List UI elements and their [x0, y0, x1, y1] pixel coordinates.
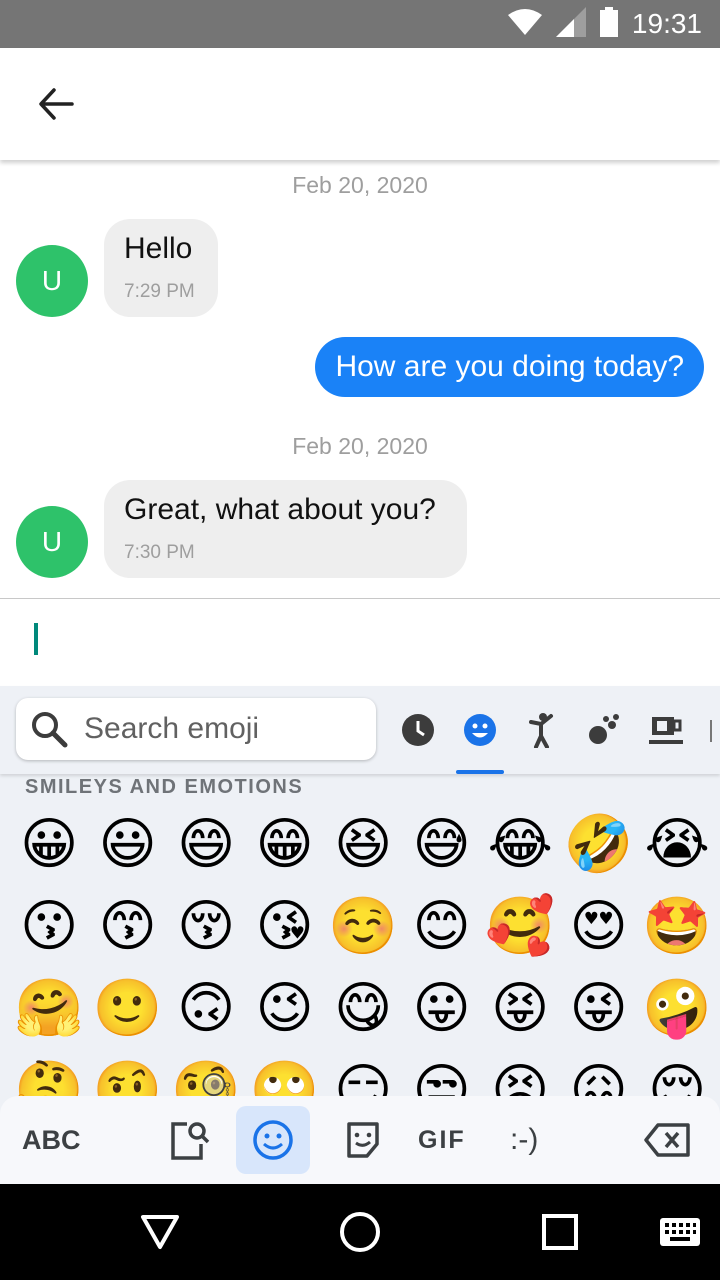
status-bar: 19:31	[0, 0, 720, 48]
keyboard-icon[interactable]	[656, 1208, 704, 1256]
message-list[interactable]: Feb 20, 2020 U Hello 7:29 PM How are you…	[0, 160, 720, 598]
emoji-key[interactable]: 😙	[89, 886, 168, 966]
abc-button[interactable]: ABC	[22, 1096, 81, 1184]
emoji-key[interactable]: 🙄	[246, 1050, 325, 1097]
emoji-key[interactable]: 😄	[167, 804, 246, 884]
emoji-key[interactable]: 🧐	[167, 1050, 246, 1097]
food-drink-icon[interactable]	[648, 712, 684, 748]
incoming-message[interactable]: Hello 7:29 PM	[104, 219, 218, 317]
message-time: 7:29 PM	[124, 281, 195, 302]
backspace-icon[interactable]	[642, 1096, 692, 1184]
gif-button[interactable]: GIF	[418, 1096, 466, 1184]
avatar-initial: U	[41, 265, 63, 296]
active-category-indicator	[456, 770, 504, 774]
emoji-row: 🤗 🙂 🙃 😉 😋 😛 😝 😜 🤪	[10, 968, 717, 1048]
message-text: Great, what about you?	[124, 493, 436, 526]
emoji-key[interactable]: 🤩	[638, 886, 717, 966]
emoji-header: Search emoji	[0, 686, 720, 774]
emoji-row: 😀 😃 😄 😁 😆 😅 😂 🤣 😭	[10, 804, 717, 884]
emoji-key[interactable]: 🤣	[560, 804, 639, 884]
emoji-key[interactable]: 😖	[560, 1050, 639, 1097]
outgoing-message[interactable]: How are you doing today?	[315, 337, 704, 397]
app-bar	[0, 48, 720, 160]
message-input[interactable]	[0, 598, 720, 687]
signal-icon	[555, 6, 586, 42]
status-time: 19:31	[631, 8, 702, 39]
keyboard-toolbar: ABC GIF :-)	[0, 1096, 720, 1184]
emoji-key[interactable]: 😜	[560, 968, 639, 1048]
search-placeholder: Search emoji	[84, 712, 260, 745]
arrow-left-icon	[38, 86, 74, 127]
text-cursor	[34, 623, 38, 655]
recents-square-icon[interactable]	[536, 1208, 584, 1256]
emoji-keyboard: Search emoji SMILEYS AND EMOTIONS 😀 😃 😄 😁 😆 😅…	[0, 686, 720, 1184]
emoji-key[interactable]: 🙂	[89, 968, 168, 1048]
emoji-grid[interactable]: 😀 😃 😄 😁 😆 😅 😂 🤣 😭 😗 😙 😚 😘 ☺️ 😊 🥰 😍 🤩 🤗 🙂 🙃 😉 😋 😛 😝 😜 🤪 🤔 🤨 🧐 🙄 😏 😒 😣 😖 😌	[0, 804, 720, 1097]
message-time: 7:30 PM	[124, 542, 195, 563]
emoji-key[interactable]: 😝	[481, 968, 560, 1048]
home-circle-icon[interactable]	[336, 1208, 384, 1256]
avatar[interactable]: U	[16, 245, 88, 317]
emoji-key[interactable]: 🤗	[10, 968, 89, 1048]
emoji-key[interactable]: 😊	[403, 886, 482, 966]
wifi-icon	[507, 8, 542, 40]
date-separator: Feb 20, 2020	[292, 172, 428, 198]
avatar[interactable]: U	[16, 506, 88, 578]
avatar-initial: U	[41, 526, 63, 557]
emoji-row: 😗 😙 😚 😘 ☺️ 😊 🥰 😍 🤩	[10, 886, 717, 966]
emoji-key[interactable]: 😣	[481, 1050, 560, 1097]
animals-icon[interactable]	[586, 712, 622, 748]
emoji-key[interactable]: 🤨	[89, 1050, 168, 1097]
message-text: Hello	[124, 232, 193, 265]
emoji-key[interactable]: 😀	[10, 804, 89, 884]
emoji-key[interactable]: 🙃	[167, 968, 246, 1048]
emoticon-button[interactable]: :-)	[510, 1096, 538, 1184]
battery-icon	[599, 6, 618, 42]
incoming-message[interactable]: Great, what about you? 7:30 PM	[104, 480, 467, 578]
emoji-row: 🤔 🤨 🧐 🙄 😏 😒 😣 😖 😌	[10, 1050, 717, 1097]
emoji-key[interactable]: ☺️	[324, 886, 403, 966]
back-button[interactable]	[28, 78, 84, 134]
emoji-key[interactable]: 😁	[246, 804, 325, 884]
emoji-key[interactable]: 😆	[324, 804, 403, 884]
back-triangle-icon[interactable]	[136, 1208, 184, 1256]
emoji-key[interactable]: 😅	[403, 804, 482, 884]
emoji-key[interactable]: 😌	[638, 1050, 717, 1097]
emoji-key[interactable]: 😍	[560, 886, 639, 966]
recent-clock-icon[interactable]	[400, 712, 436, 748]
emoji-key[interactable]: 😗	[10, 886, 89, 966]
emoji-key[interactable]: 😃	[89, 804, 168, 884]
emoji-key[interactable]: 😭	[638, 804, 717, 884]
emoji-key[interactable]: 😉	[246, 968, 325, 1048]
clipboard-search-icon[interactable]	[164, 1096, 214, 1184]
emoji-key[interactable]: 😏	[324, 1050, 403, 1097]
smiley-face-icon[interactable]	[462, 712, 498, 748]
emoji-key[interactable]: 😚	[167, 886, 246, 966]
emoji-key[interactable]: 😋	[324, 968, 403, 1048]
emoji-key[interactable]: 🥰	[481, 886, 560, 966]
emoji-key[interactable]: 😛	[403, 968, 482, 1048]
section-title: SMILEYS AND EMOTIONS	[25, 776, 304, 798]
message-text: How are you doing today?	[335, 350, 684, 383]
navigation-bar	[0, 1184, 720, 1280]
emoji-icon[interactable]	[248, 1096, 298, 1184]
search-icon	[30, 710, 68, 748]
emoji-key[interactable]: 😘	[246, 886, 325, 966]
date-separator: Feb 20, 2020	[292, 433, 428, 459]
category-divider	[710, 720, 712, 742]
emoji-key[interactable]: 😒	[403, 1050, 482, 1097]
person-icon[interactable]	[524, 712, 560, 748]
emoji-key[interactable]: 🤪	[638, 968, 717, 1048]
emoji-key[interactable]: 😂	[481, 804, 560, 884]
emoji-key[interactable]: 🤔	[10, 1050, 89, 1097]
emoji-search-input[interactable]: Search emoji	[16, 698, 376, 760]
sticker-icon[interactable]	[338, 1096, 388, 1184]
